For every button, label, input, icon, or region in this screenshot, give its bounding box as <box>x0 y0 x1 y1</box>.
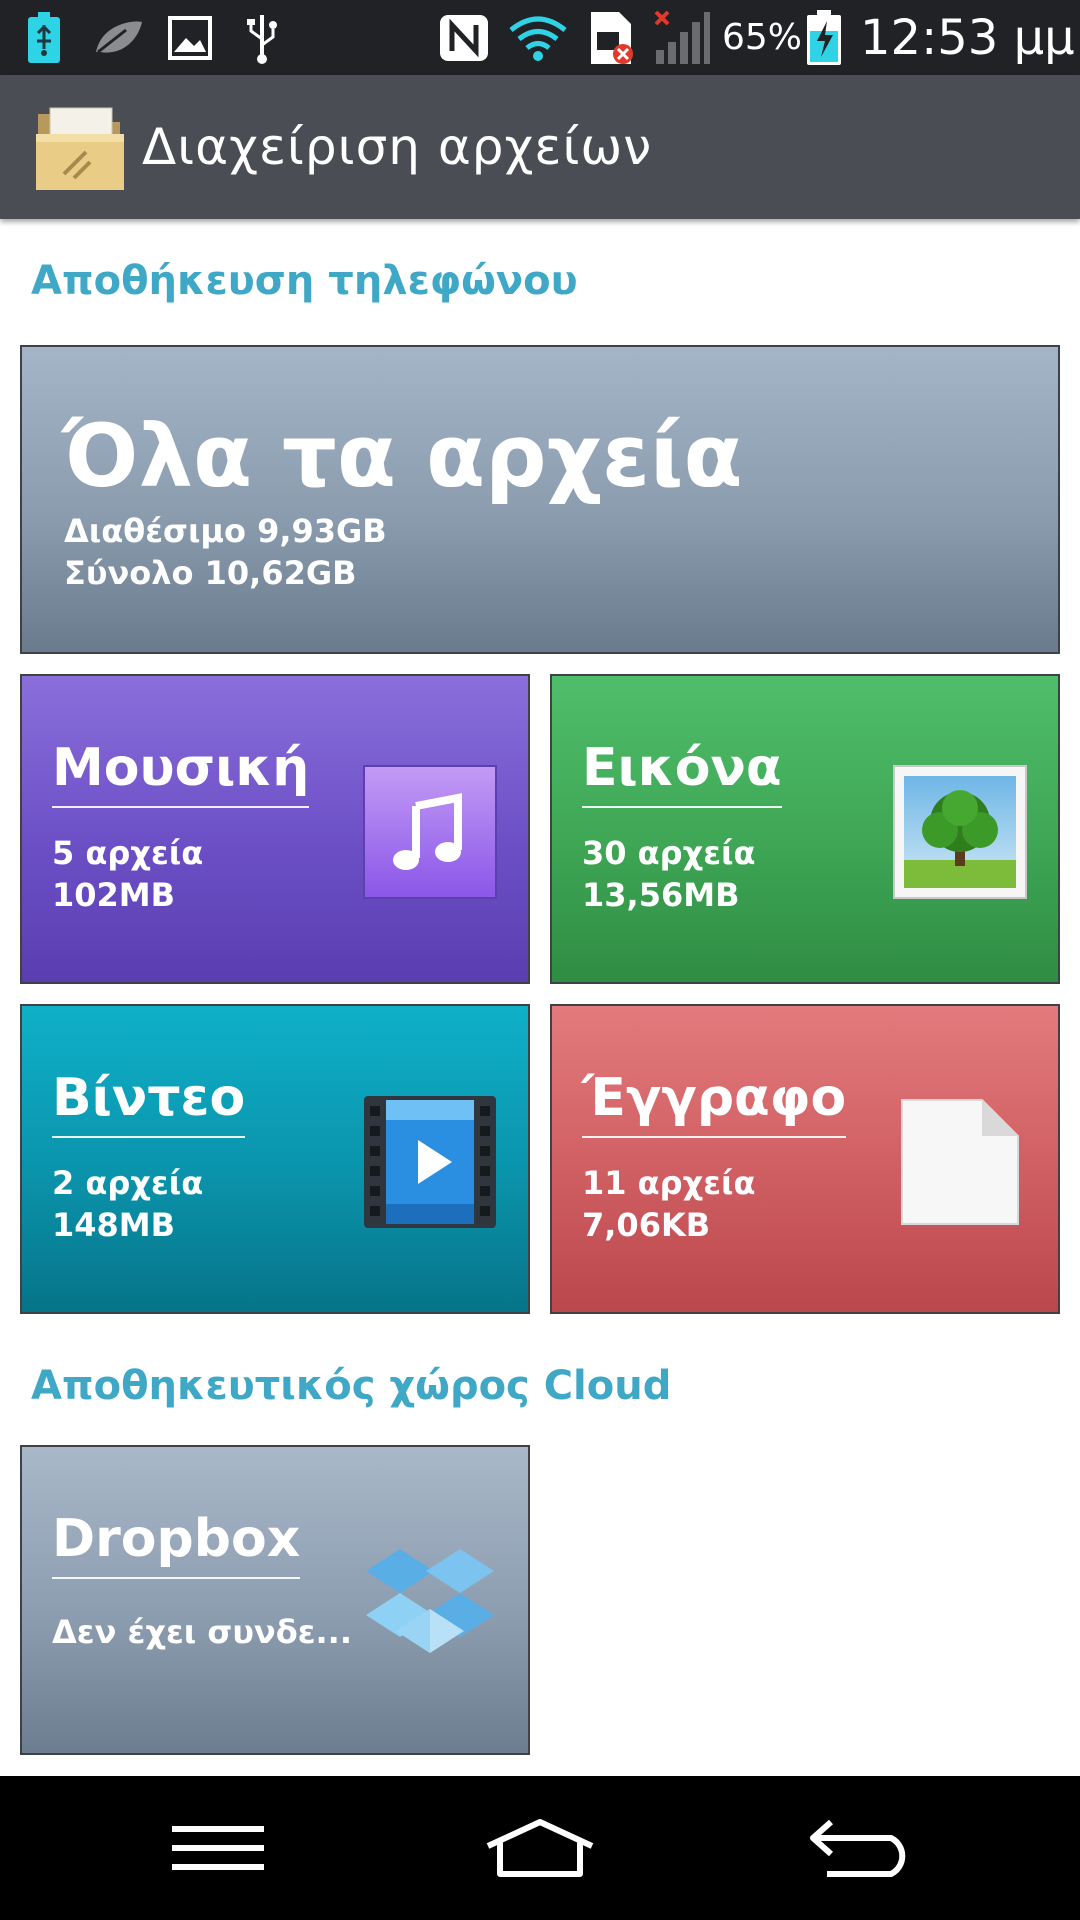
sim-error-icon <box>586 10 636 66</box>
all-files-title: Όλα τα αρχεία <box>62 407 743 507</box>
menu-icon[interactable] <box>158 1810 278 1886</box>
total-space: Σύνολο 10,62GB <box>64 554 357 592</box>
dropbox-title: Dropbox <box>52 1509 301 1579</box>
document-size: 7,06KB <box>582 1206 711 1244</box>
nfc-icon <box>436 10 492 66</box>
music-title: Μουσική <box>52 738 310 808</box>
image-title: Εικόνα <box>582 738 782 808</box>
battery-charging-icon <box>804 10 844 66</box>
image-notification-icon <box>166 10 214 66</box>
back-icon[interactable] <box>802 1810 922 1886</box>
picture-tree-icon <box>892 764 1028 900</box>
folder-icon <box>34 102 126 194</box>
app-title: Διαχείριση αρχείων <box>142 118 653 176</box>
music-tile[interactable]: Μουσική 5 αρχεία 102MB <box>20 674 530 984</box>
image-tile[interactable]: Εικόνα 30 αρχεία 13,56MB <box>550 674 1060 984</box>
status-bar: 65% 12:53 μμ <box>0 0 1080 75</box>
dropbox-tile[interactable]: Dropbox Δεν έχει συνδε... <box>20 1445 530 1755</box>
video-title: Βίντεο <box>52 1068 246 1138</box>
image-size: 13,56MB <box>582 876 740 914</box>
music-file-count: 5 αρχεία <box>52 834 204 872</box>
wifi-icon <box>506 10 570 66</box>
phone-storage-heading: Αποθήκευση τηλεφώνου <box>31 258 578 304</box>
leaf-icon <box>90 10 146 66</box>
image-file-count: 30 αρχεία <box>582 834 756 872</box>
document-icon <box>892 1094 1028 1230</box>
video-size: 148MB <box>52 1206 176 1244</box>
home-icon[interactable] <box>480 1810 600 1886</box>
dropbox-status: Δεν έχει συνδε... <box>52 1613 352 1651</box>
app-bar: Διαχείριση αρχείων <box>0 75 1080 219</box>
video-tile[interactable]: Βίντεο 2 αρχεία 148MB <box>20 1004 530 1314</box>
usb-icon <box>240 10 284 66</box>
battery-percent: 65% <box>722 17 803 58</box>
music-note-icon <box>362 764 498 900</box>
usb-debug-icon <box>22 10 66 66</box>
video-file-count: 2 αρχεία <box>52 1164 204 1202</box>
music-size: 102MB <box>52 876 176 914</box>
navigation-bar <box>0 1776 1080 1920</box>
video-film-icon <box>362 1094 498 1230</box>
document-title: Έγγραφο <box>582 1068 847 1138</box>
cloud-storage-heading: Αποθηκευτικός χώρος Cloud <box>31 1363 672 1409</box>
all-files-tile[interactable]: Όλα τα αρχεία Διαθέσιμο 9,93GB Σύνολο 10… <box>20 345 1060 654</box>
available-space: Διαθέσιμο 9,93GB <box>64 512 387 550</box>
signal-no-service-icon <box>650 10 714 66</box>
dropbox-icon <box>362 1535 498 1671</box>
clock: 12:53 μμ <box>860 9 1075 66</box>
document-file-count: 11 αρχεία <box>582 1164 756 1202</box>
document-tile[interactable]: Έγγραφο 11 αρχεία 7,06KB <box>550 1004 1060 1314</box>
